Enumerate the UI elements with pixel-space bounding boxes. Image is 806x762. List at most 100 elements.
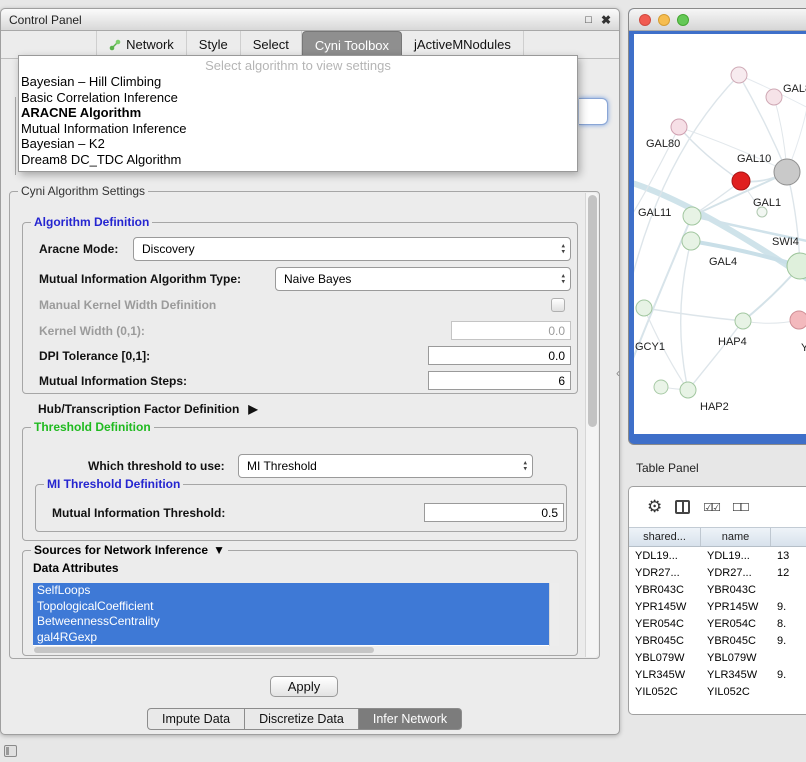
network-node[interactable]: [787, 253, 806, 279]
attribute-item[interactable]: gal4RGexp: [33, 630, 549, 646]
focused-button-fragment[interactable]: [579, 98, 608, 125]
table-row[interactable]: YDL19...YDL19...13: [629, 547, 806, 564]
aracne-mode-select[interactable]: Discovery: [133, 237, 571, 261]
network-node[interactable]: [682, 232, 700, 250]
data-attributes-label: Data Attributes: [33, 561, 119, 575]
zoom-traffic-light-icon[interactable]: [677, 14, 689, 26]
tab-discretize-data[interactable]: Discretize Data: [245, 708, 359, 730]
network-node-label: Y: [801, 342, 806, 354]
network-node[interactable]: [636, 300, 652, 316]
network-node[interactable]: [671, 119, 687, 135]
column-header-name[interactable]: name: [701, 528, 771, 546]
settings-scrollbar[interactable]: [585, 193, 598, 657]
column-header-shared-name[interactable]: shared...: [629, 528, 701, 546]
table-cell: YIL052C: [701, 686, 771, 698]
algorithm-option[interactable]: Bayesian – Hill Climbing: [19, 74, 577, 90]
tab-impute-data[interactable]: Impute Data: [147, 708, 245, 730]
table-row[interactable]: YDR27...YDR27...12: [629, 564, 806, 581]
tab-infer-network[interactable]: Infer Network: [359, 708, 462, 730]
network-node[interactable]: [774, 159, 800, 185]
close-window-icon[interactable]: ✖: [601, 13, 611, 27]
mi-threshold-field[interactable]: 0.5: [424, 503, 564, 522]
mi-steps-field[interactable]: 6: [428, 371, 571, 390]
tab-cyni-toolbox[interactable]: Cyni Toolbox: [302, 31, 402, 58]
table-cell: 9.: [771, 635, 806, 647]
table-row[interactable]: YBR043CYBR043C: [629, 581, 806, 598]
expander-right-icon: ▶: [248, 402, 257, 416]
gear-icon[interactable]: ⚙: [647, 497, 662, 517]
mi-steps-label: Mutual Information Steps:: [39, 369, 187, 393]
table-cell: YPR145W: [629, 601, 701, 613]
tab-style[interactable]: Style: [187, 31, 241, 58]
kernel-width-field[interactable]: 0.0: [451, 321, 571, 340]
manual-kernel-width-checkbox[interactable]: [551, 298, 565, 312]
algorithm-option[interactable]: Bayesian – K2: [19, 136, 577, 152]
algorithm-option[interactable]: Mutual Information Inference: [19, 121, 577, 137]
hub-label: Hub/Transcription Factor Definition: [38, 402, 239, 416]
selected-value: Discovery: [142, 242, 195, 256]
which-threshold-select[interactable]: MI Threshold: [238, 454, 533, 478]
column-header-partial[interactable]: [771, 528, 806, 546]
data-attributes-list[interactable]: SelfLoopsTopologicalCoefficientBetweenne…: [33, 583, 549, 646]
scrollbar-thumb[interactable]: [588, 195, 597, 427]
table-toolbar: ⚙ ☑☑ ☐☐: [629, 487, 806, 527]
network-node-label: GAL8: [783, 83, 806, 95]
mi-threshold-definition-group: MI Threshold Definition Mutual Informati…: [35, 484, 567, 532]
table-row[interactable]: YIL052CYIL052C: [629, 683, 806, 700]
network-node[interactable]: [790, 311, 806, 329]
attributes-vscrollbar[interactable]: [549, 583, 559, 646]
table-cell: YBL079W: [701, 652, 771, 664]
table-row[interactable]: YBL079WYBL079W: [629, 649, 806, 666]
table-row[interactable]: YBR045CYBR045C9.: [629, 632, 806, 649]
network-node[interactable]: [680, 382, 696, 398]
sources-collapse-header[interactable]: Sources for Network Inference ▼: [31, 543, 228, 557]
dpi-tolerance-field[interactable]: 0.0: [428, 346, 571, 365]
tab-select[interactable]: Select: [241, 31, 302, 58]
algorithm-option[interactable]: ARACNE Algorithm: [19, 105, 577, 121]
minimized-panel-icon[interactable]: [4, 745, 17, 757]
table-cell: YDL19...: [629, 550, 701, 562]
attribute-item[interactable]: TopologicalCoefficient: [33, 599, 549, 615]
kernel-width-label: Kernel Width (0,1):: [39, 319, 145, 343]
mi-algorithm-type-select[interactable]: Naive Bayes: [275, 267, 571, 291]
tab-network[interactable]: Network: [96, 31, 187, 58]
network-node[interactable]: [766, 89, 782, 105]
network-canvas[interactable]: GAL80GAL8GAL10GAL11GAL1SWI4GAL4GCY1HAP4H…: [634, 34, 806, 434]
select-all-rows-icon[interactable]: ☑☑: [703, 501, 719, 514]
network-node[interactable]: [654, 380, 668, 394]
close-traffic-light-icon[interactable]: [639, 14, 651, 26]
table-cell: 13: [771, 550, 806, 562]
attribute-item[interactable]: SelfLoops: [33, 583, 549, 599]
scrollbar-thumb[interactable]: [34, 647, 374, 653]
algorithm-option[interactable]: Basic Correlation Inference: [19, 90, 577, 106]
attributes-hscrollbar[interactable]: [33, 646, 549, 654]
network-node[interactable]: [735, 313, 751, 329]
table-cell: 9.: [771, 601, 806, 613]
table-row[interactable]: YER054CYER054C8.: [629, 615, 806, 632]
network-window-titlebar[interactable]: [629, 9, 806, 31]
attribute-item[interactable]: BetweennessCentrality: [33, 614, 549, 630]
network-edge: [679, 127, 741, 181]
algorithm-option[interactable]: Dream8 DC_TDC Algorithm: [19, 152, 577, 168]
network-view-window: GAL80GAL8GAL10GAL11GAL1SWI4GAL4GCY1HAP4H…: [628, 8, 806, 445]
float-window-icon[interactable]: □: [585, 14, 592, 26]
table-cell: YBR043C: [629, 584, 701, 596]
panel-splitter-handle[interactable]: ‹: [616, 366, 620, 380]
network-node[interactable]: [732, 172, 750, 190]
control-panel-titlebar[interactable]: Control Panel □ ✖: [1, 9, 619, 31]
tab-jactivemodules[interactable]: jActiveMNodules: [402, 31, 524, 58]
table-row[interactable]: YPR145WYPR145W9.: [629, 598, 806, 615]
network-node[interactable]: [731, 67, 747, 83]
apply-button[interactable]: Apply: [270, 676, 338, 697]
aracne-mode-label: Aracne Mode:: [39, 237, 118, 261]
network-node[interactable]: [683, 207, 701, 225]
hub-definition-expander[interactable]: Hub/Transcription Factor Definition ▶: [38, 401, 258, 417]
network-edge: [688, 321, 743, 390]
table-cell: YDL19...: [701, 550, 771, 562]
deselect-all-rows-icon[interactable]: ☐☐: [732, 501, 748, 514]
minimize-traffic-light-icon[interactable]: [658, 14, 670, 26]
columns-icon-divider: [682, 502, 684, 512]
dropdown-placeholder: Select algorithm to view settings: [19, 58, 577, 74]
columns-icon[interactable]: [675, 500, 690, 514]
table-row[interactable]: YLR345WYLR345W9.: [629, 666, 806, 683]
